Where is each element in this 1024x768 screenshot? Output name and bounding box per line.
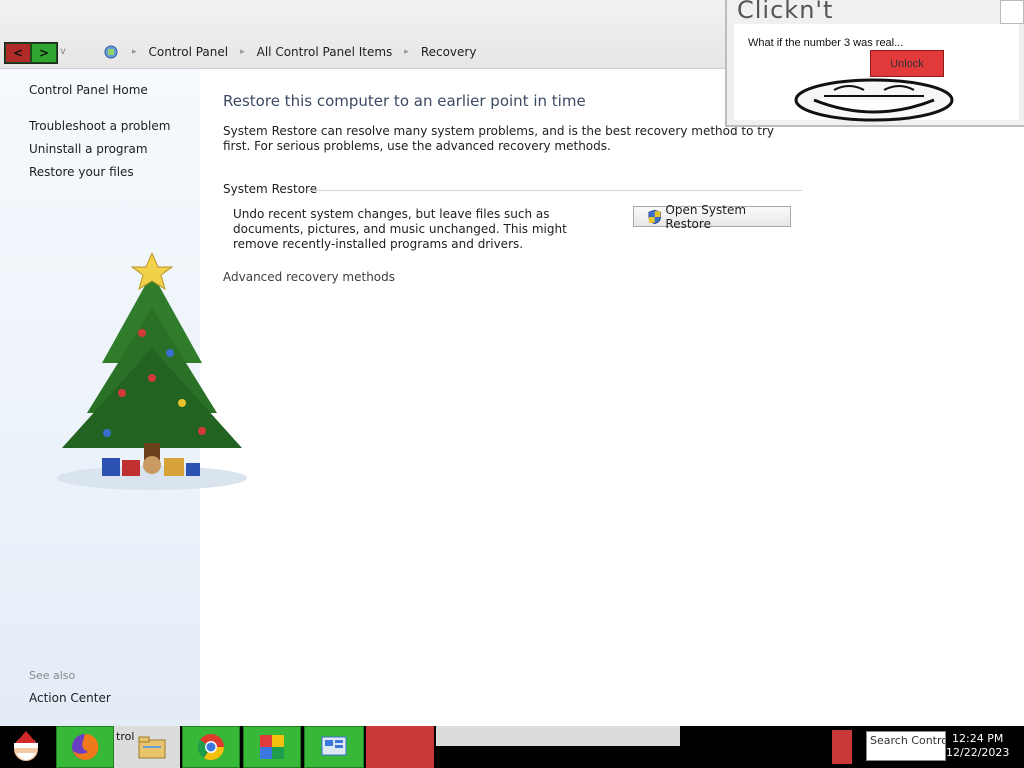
- breadcrumb: ▸ Control Panel ▸ All Control Panel Item…: [126, 45, 482, 59]
- sidebar-item-uninstall[interactable]: Uninstall a program: [29, 142, 148, 156]
- taskbar-firefox[interactable]: [56, 726, 114, 768]
- taskbar-blank-area: [436, 726, 680, 746]
- santa-icon: [14, 731, 38, 761]
- nav-buttons: < >: [4, 42, 58, 64]
- sidebar: Control Panel Home Troubleshoot a proble…: [0, 69, 247, 726]
- unlock-button[interactable]: Unlock: [870, 50, 944, 77]
- sidebar-item-action-center[interactable]: Action Center: [29, 691, 111, 705]
- sidebar-item-home[interactable]: Control Panel Home: [29, 83, 148, 97]
- tray-flag-icon[interactable]: [832, 730, 852, 764]
- taskbar-item-label: trol: [116, 730, 135, 743]
- recent-pages-dropdown[interactable]: v: [60, 46, 66, 57]
- search-input[interactable]: Search Control: [866, 731, 946, 761]
- advanced-recovery-link[interactable]: Advanced recovery methods: [223, 270, 395, 284]
- taskbar-chrome[interactable]: [182, 726, 240, 768]
- section-title: System Restore: [223, 182, 318, 196]
- clock-date: 12/22/2023: [946, 746, 1010, 759]
- taskbar-paint[interactable]: [243, 726, 301, 768]
- taskbar-red-item[interactable]: [366, 726, 434, 768]
- clicknt-popup-window: Clickn't What if the number 3 was real..…: [725, 0, 1024, 127]
- back-button[interactable]: <: [5, 43, 31, 63]
- forward-button[interactable]: >: [31, 43, 57, 63]
- paint-icon: [260, 735, 284, 759]
- folder-icon: [138, 736, 166, 759]
- chrome-icon: [197, 734, 225, 761]
- taskbar-control-panel[interactable]: trol: [114, 726, 180, 768]
- open-system-restore-button[interactable]: Open System Restore: [633, 203, 791, 231]
- section-divider: [308, 190, 802, 191]
- sidebar-item-troubleshoot[interactable]: Troubleshoot a problem: [29, 119, 170, 133]
- clock[interactable]: 12:24 PM 12/22/2023: [946, 732, 1009, 760]
- sidebar-item-restore-files[interactable]: Restore your files: [29, 165, 134, 179]
- open-system-restore-label: Open System Restore: [665, 202, 747, 231]
- clock-time: 12:24 PM: [952, 732, 1004, 745]
- taskbar: trol Search Control 12:24 PM 12/22/2023: [0, 726, 1024, 768]
- close-button[interactable]: [1000, 0, 1024, 24]
- breadcrumb-separator: ▸: [240, 47, 245, 57]
- main-content: Restore this computer to an earlier poin…: [200, 69, 1024, 726]
- see-also-label: See also: [29, 669, 76, 682]
- page-title: Restore this computer to an earlier poin…: [223, 92, 586, 110]
- breadcrumb-control-panel[interactable]: Control Panel: [143, 45, 235, 59]
- firefox-icon: [72, 733, 99, 760]
- breadcrumb-recovery[interactable]: Recovery: [415, 45, 483, 59]
- shield-icon: [648, 209, 661, 224]
- popup-body: What if the number 3 was real... Unlock: [734, 24, 1019, 122]
- breadcrumb-separator: ▸: [404, 47, 409, 57]
- control-panel-icon: [104, 45, 118, 59]
- popup-title: Clickn't: [737, 0, 834, 24]
- breadcrumb-all-items[interactable]: All Control Panel Items: [251, 45, 399, 59]
- section-description: Undo recent system changes, but leave fi…: [233, 207, 567, 251]
- breadcrumb-separator: ▸: [132, 47, 137, 57]
- taskbar-system-app[interactable]: [304, 726, 364, 768]
- start-button[interactable]: [0, 726, 52, 768]
- popup-message: What if the number 3 was real...: [748, 37, 904, 49]
- troll-face-image: [794, 78, 954, 122]
- computer-icon: [321, 736, 347, 756]
- intro-text: System Restore can resolve many system p…: [223, 124, 775, 153]
